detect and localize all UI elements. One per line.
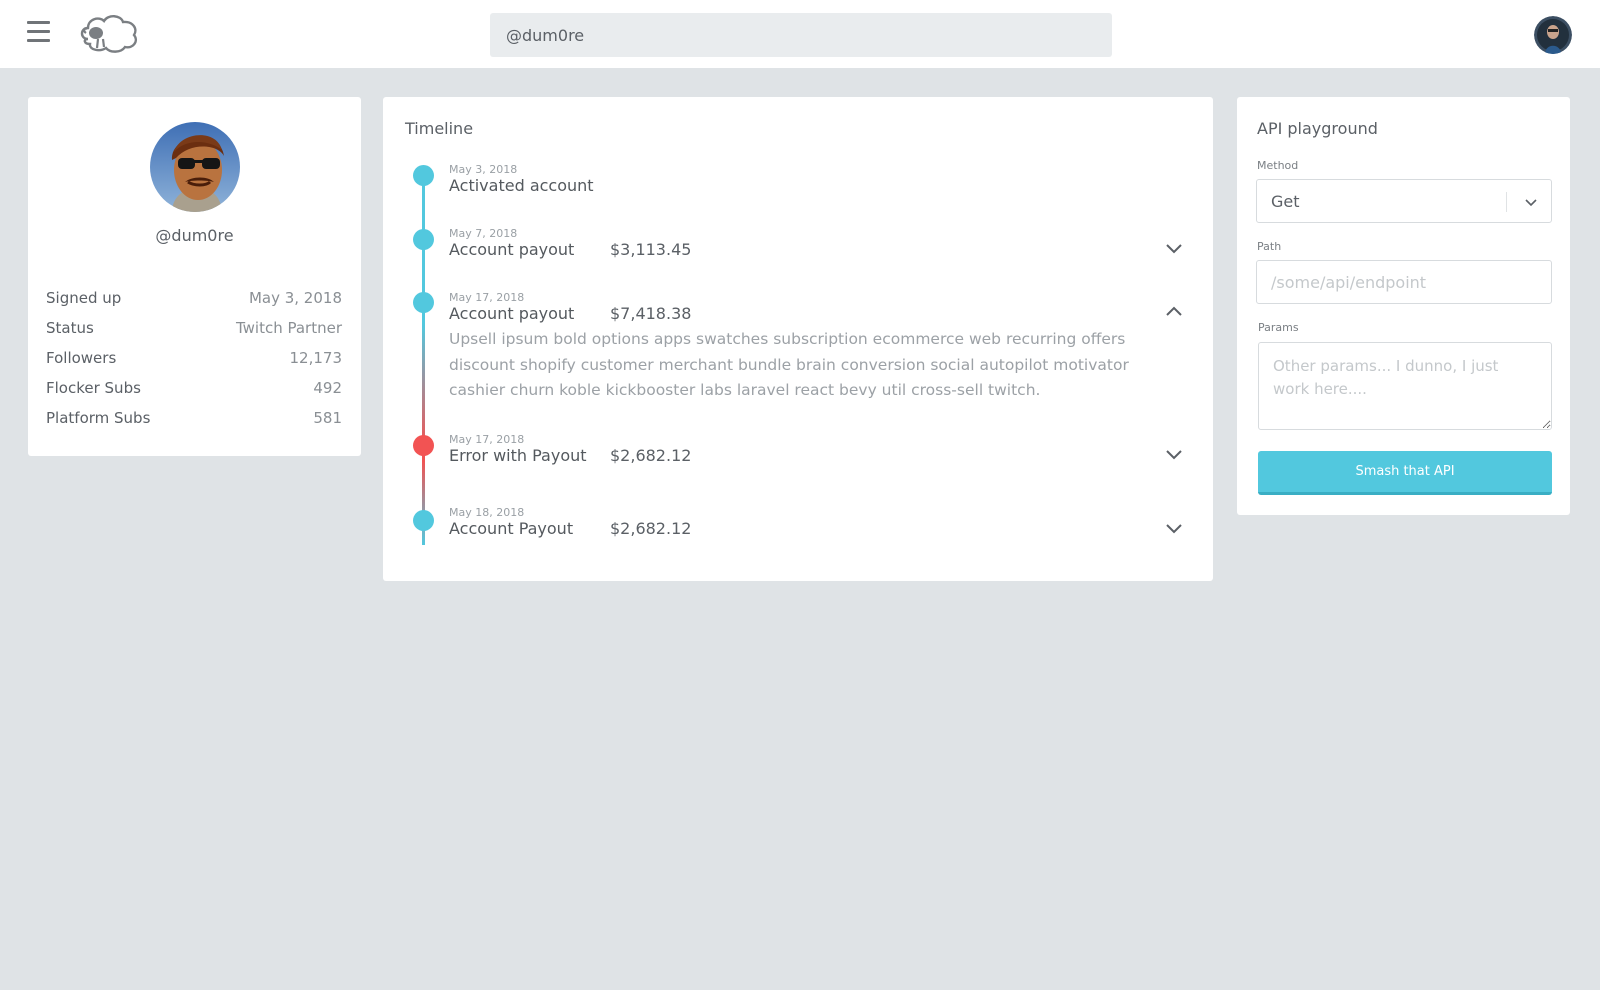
user-avatar-icon[interactable] <box>1534 16 1572 54</box>
event-description: Upsell ipsum bold options apps swatches … <box>449 330 1129 399</box>
params-textarea[interactable] <box>1258 342 1552 430</box>
timeline-dot <box>413 165 434 186</box>
event-label: Account Payout <box>449 519 574 538</box>
method-select[interactable]: Get <box>1256 179 1552 223</box>
select-divider <box>1506 192 1507 212</box>
timeline-dot <box>413 510 434 531</box>
event-amount: $3,113.45 <box>610 240 692 259</box>
stat-label: Platform Subs <box>46 409 151 427</box>
bottom-strip <box>0 990 1600 1001</box>
stat-row-followers: Followers 12,173 <box>46 349 342 379</box>
stat-value: 12,173 <box>289 349 343 367</box>
smash-api-button[interactable]: Smash that API <box>1258 451 1552 495</box>
stat-label: Flocker Subs <box>46 379 141 397</box>
hamburger-menu-icon[interactable] <box>27 21 50 43</box>
api-playground-card: API playground Method Get Path Params Sm… <box>1237 97 1570 515</box>
path-input[interactable] <box>1256 260 1552 304</box>
profile-card: @dum0re Signed up May 3, 2018 Status Twi… <box>28 97 361 456</box>
timeline-title: Timeline <box>405 119 474 138</box>
stat-row-status: Status Twitch Partner <box>46 319 342 349</box>
event-amount: $2,682.12 <box>610 519 692 538</box>
path-label: Path <box>1257 240 1282 253</box>
chevron-down-icon[interactable] <box>1163 443 1185 465</box>
chevron-down-icon[interactable] <box>1163 517 1185 539</box>
timeline-dot <box>413 292 434 313</box>
stat-row-signed-up: Signed up May 3, 2018 <box>46 289 342 319</box>
stat-row-platform-subs: Platform Subs 581 <box>46 409 342 439</box>
search-input[interactable] <box>490 13 1112 57</box>
chevron-up-icon[interactable] <box>1163 300 1185 322</box>
event-date: May 7, 2018 <box>449 227 518 240</box>
timeline-dot-error <box>413 435 434 456</box>
profile-stats: Signed up May 3, 2018 Status Twitch Part… <box>46 289 342 439</box>
chevron-down-icon <box>1525 199 1537 207</box>
params-label: Params <box>1258 321 1299 334</box>
method-label: Method <box>1257 159 1299 172</box>
timeline-card: Timeline May 3, 2018 Activated account M… <box>383 97 1213 581</box>
profile-avatar <box>150 122 240 212</box>
chevron-down-icon[interactable] <box>1163 237 1185 259</box>
event-date: May 17, 2018 <box>449 433 525 446</box>
top-bar <box>0 0 1600 68</box>
event-date: May 18, 2018 <box>449 506 525 519</box>
stat-value: 492 <box>313 379 342 397</box>
event-label: Activated account <box>449 176 594 195</box>
event-label: Error with Payout <box>449 446 587 465</box>
stat-value: May 3, 2018 <box>248 289 342 307</box>
stat-value: Twitch Partner <box>235 319 342 337</box>
stat-value: 581 <box>313 409 342 427</box>
event-label: Account payout <box>449 240 575 259</box>
event-amount: $7,418.38 <box>610 304 692 323</box>
stat-row-flocker-subs: Flocker Subs 492 <box>46 379 342 409</box>
api-title: API playground <box>1257 119 1378 138</box>
event-label: Account payout <box>449 304 575 323</box>
stat-label: Status <box>46 319 94 337</box>
sheep-cloud-logo[interactable] <box>78 12 140 54</box>
method-select-value: Get <box>1271 192 1300 211</box>
profile-handle: @dum0re <box>155 226 234 245</box>
stat-label: Followers <box>46 349 117 367</box>
event-amount: $2,682.12 <box>610 446 692 465</box>
event-date: May 17, 2018 <box>449 291 525 304</box>
stat-label: Signed up <box>46 289 122 307</box>
timeline-dot <box>413 229 434 250</box>
event-date: May 3, 2018 <box>449 163 518 176</box>
